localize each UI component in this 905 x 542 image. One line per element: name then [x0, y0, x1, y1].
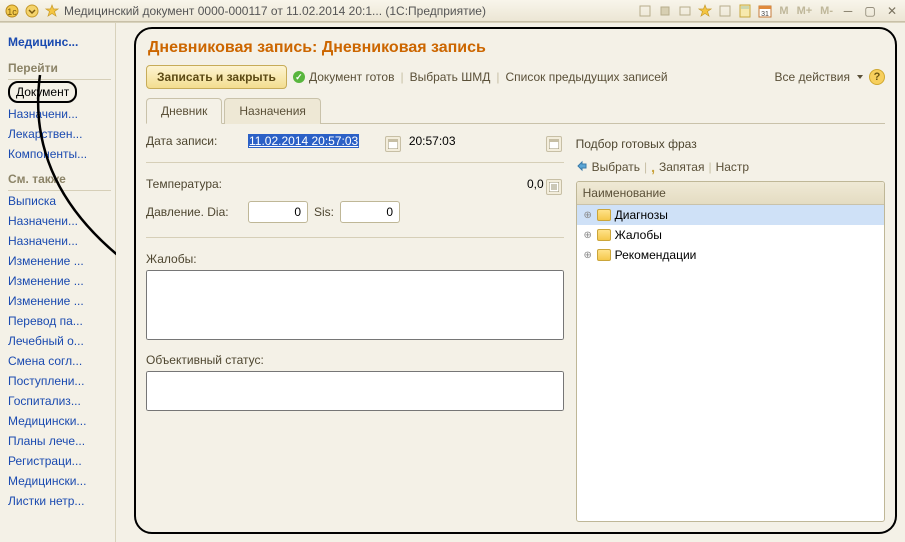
temp-label: Температура: [146, 177, 242, 191]
temperature-input[interactable]: 0,0 [248, 177, 564, 191]
sidebar-item[interactable]: Назначени... [8, 231, 111, 251]
sidebar-item[interactable]: Смена согл... [8, 351, 111, 371]
tb-tool4-icon[interactable] [717, 3, 733, 19]
sidebar-item[interactable]: Перевод па... [8, 311, 111, 331]
svg-text:1c: 1c [7, 7, 17, 17]
tb-tool2-icon[interactable] [657, 3, 673, 19]
m-plus-label[interactable]: M+ [795, 5, 815, 17]
check-icon: ✓ [293, 71, 305, 83]
minimize-button[interactable]: ─ [839, 3, 857, 19]
maximize-button[interactable]: ▢ [861, 3, 879, 19]
sidebar-item[interactable]: Листки нетр... [8, 491, 111, 511]
close-button[interactable]: ✕ [883, 3, 901, 19]
app-icon: 1c [4, 3, 20, 19]
tab-diary[interactable]: Дневник [146, 98, 222, 124]
folder-icon [597, 209, 611, 221]
titlebar: 1c Медицинский документ 0000-000117 от 1… [0, 0, 905, 22]
sidebar-item[interactable]: Медицински... [8, 411, 111, 431]
expand-icon[interactable]: ⊕ [583, 250, 593, 260]
select-icon [576, 160, 588, 175]
time-picker-icon[interactable] [546, 136, 562, 152]
sidebar: Медицинс... Перейти Документ Назначени..… [0, 23, 116, 542]
sidebar-item-document[interactable]: Документ [8, 80, 111, 104]
tb-tool1-icon[interactable] [637, 3, 653, 19]
sidebar-item[interactable]: Изменение ... [8, 251, 111, 271]
calc-icon[interactable] [737, 3, 753, 19]
svg-text:31: 31 [762, 11, 770, 18]
phrases-comma-button[interactable]: , Запятая [651, 159, 704, 175]
tree-item-complaints[interactable]: ⊕ Жалобы [577, 225, 884, 245]
tabs: Дневник Назначения [146, 97, 885, 124]
sidebar-item-drugs[interactable]: Лекарствен... [8, 124, 111, 144]
pressure-label: Давление. Dia: [146, 205, 242, 219]
all-actions-button[interactable]: Все действия [775, 70, 863, 84]
folder-icon [597, 229, 611, 241]
sidebar-item[interactable]: Регистраци... [8, 451, 111, 471]
sidebar-item-prescr[interactable]: Назначени... [8, 104, 111, 124]
choose-template-button[interactable]: Выбрать ШМД [410, 70, 491, 84]
window-title: Медицинский документ 0000-000117 от 11.0… [64, 4, 486, 18]
status-label: Объективный статус: [146, 353, 564, 367]
tree-label: Рекомендации [615, 248, 697, 262]
tree-item-recommendations[interactable]: ⊕ Рекомендации [577, 245, 884, 265]
sidebar-item[interactable]: Планы лече... [8, 431, 111, 451]
sidebar-item[interactable]: Изменение ... [8, 291, 111, 311]
tb-tool3-icon[interactable] [677, 3, 693, 19]
sis-input[interactable] [340, 201, 400, 223]
history-button[interactable]: Список предыдущих записей [505, 70, 667, 84]
phrases-toolbar: Выбрать | , Запятая | Настр [576, 157, 885, 181]
sidebar-item[interactable]: Изменение ... [8, 271, 111, 291]
expand-icon[interactable]: ⊕ [583, 230, 593, 240]
command-bar: Записать и закрыть ✓ Документ готов | Вы… [146, 63, 885, 95]
tree-item-diagnoses[interactable]: ⊕ Диагнозы [577, 205, 884, 225]
tab-prescriptions[interactable]: Назначения [224, 98, 321, 124]
nav-down-icon[interactable] [24, 3, 40, 19]
main-area: Дневниковая запись: Дневниковая запись З… [116, 23, 905, 542]
calc-icon[interactable] [546, 179, 562, 195]
sidebar-item[interactable]: Госпитализ... [8, 391, 111, 411]
dia-input[interactable] [248, 201, 308, 223]
phrases-panel: Наименование ⊕ Диагнозы ⊕ Жалобы ⊕ [576, 181, 885, 522]
doc-ready-button[interactable]: ✓ Документ готов [293, 70, 395, 84]
folder-icon [597, 249, 611, 261]
complaints-label: Жалобы: [146, 252, 564, 266]
caret-down-icon [857, 75, 863, 79]
expand-icon[interactable]: ⊕ [583, 210, 593, 220]
m-minus-label[interactable]: M- [818, 5, 835, 17]
phrases-header: Подбор готовых фраз [576, 134, 885, 157]
star-icon[interactable] [44, 3, 60, 19]
status-textarea[interactable] [146, 371, 564, 411]
date-label: Дата записи: [146, 134, 242, 148]
page-title: Дневниковая запись: Дневниковая запись [146, 35, 885, 63]
complaints-textarea[interactable] [146, 270, 564, 340]
sidebar-item[interactable]: Медицински... [8, 471, 111, 491]
tree-label: Диагнозы [615, 208, 668, 222]
calendar-picker-icon[interactable] [385, 136, 401, 152]
phrases-panel-header: Наименование [577, 182, 884, 205]
tree-label: Жалобы [615, 228, 662, 242]
sidebar-item[interactable]: Лечебный о... [8, 331, 111, 351]
sidebar-item[interactable]: Поступлени... [8, 371, 111, 391]
sidebar-section-seealso: См. также [8, 168, 111, 191]
time-input[interactable]: 20:57:03 [409, 134, 564, 148]
help-button[interactable]: ? [869, 69, 885, 85]
sidebar-item[interactable]: Назначени... [8, 211, 111, 231]
comma-icon: , [651, 159, 655, 175]
phrases-select-button[interactable]: Выбрать [576, 160, 640, 175]
sidebar-title: Медицинс... [8, 29, 111, 53]
calendar-icon[interactable]: 31 [757, 3, 773, 19]
date-input[interactable]: 11.02.2014 20:57:03 [248, 134, 403, 148]
tb-star2-icon[interactable] [697, 3, 713, 19]
save-close-button[interactable]: Записать и закрыть [146, 65, 287, 89]
sidebar-item[interactable]: Выписка [8, 191, 111, 211]
sidebar-section-goto: Перейти [8, 57, 111, 80]
m-label[interactable]: M [777, 5, 790, 17]
phrases-settings-button[interactable]: Настр [716, 160, 750, 174]
sis-label: Sis: [314, 205, 334, 219]
sidebar-item-components[interactable]: Компоненты... [8, 144, 111, 164]
